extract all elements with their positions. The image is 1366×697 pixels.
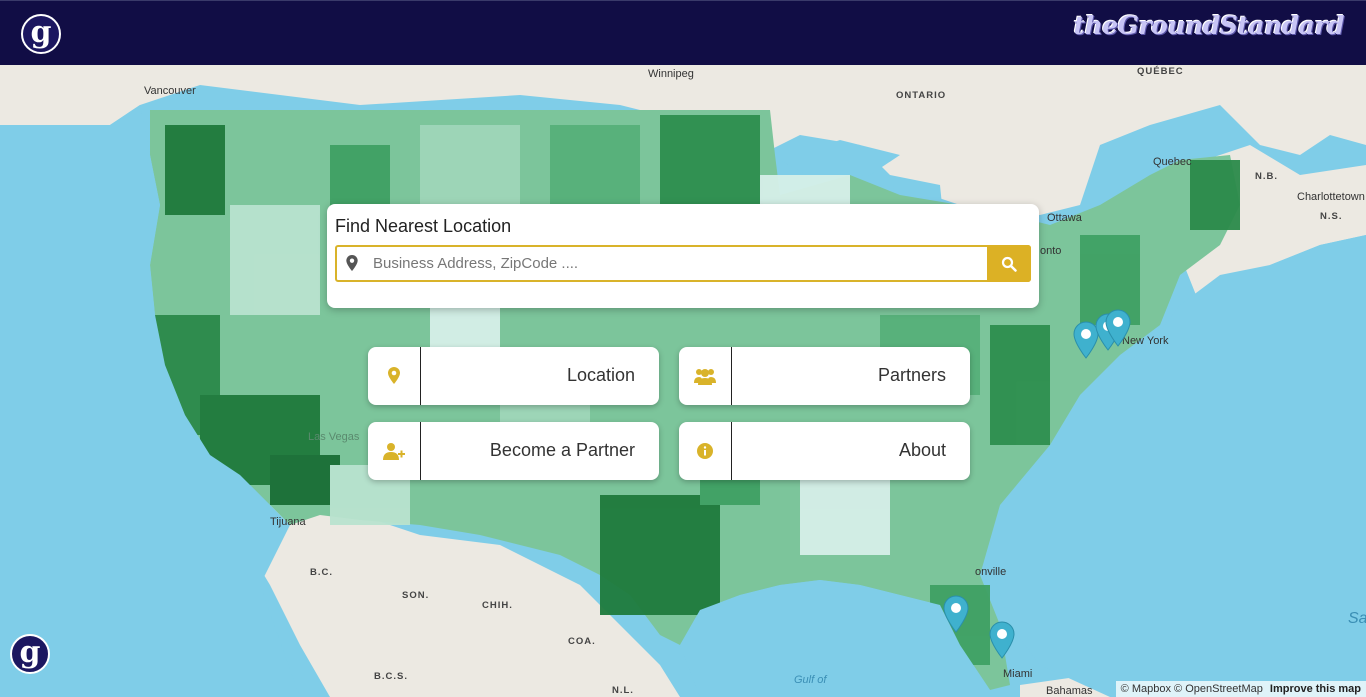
map-label-toronto: onto — [1040, 245, 1062, 257]
search-button[interactable] — [987, 245, 1031, 282]
map-label-charlottetown: Charlottetown — [1297, 191, 1365, 203]
search-box — [335, 245, 1031, 282]
map-label-nb: N.B. — [1255, 171, 1278, 182]
location-button-label: Location — [566, 365, 635, 385]
location-marker-icon[interactable] — [988, 621, 1016, 659]
divider — [420, 422, 421, 480]
logo-icon[interactable]: g — [21, 14, 61, 54]
map-label-chih: CHIH. — [482, 600, 513, 611]
map-label-quebec-city: Quebec — [1153, 156, 1192, 168]
info-icon — [679, 422, 731, 480]
divider — [420, 347, 421, 405]
user-plus-icon — [368, 422, 420, 480]
become-partner-button[interactable]: Become a Partner — [368, 422, 659, 480]
map-label-quebec-province: QUÉBEC — [1137, 66, 1184, 77]
map-attribution: © Mapbox © OpenStreetMap Improve this ma… — [1115, 681, 1366, 697]
partners-button-label: Partners — [877, 365, 946, 385]
improve-map-link[interactable]: Improve this map — [1270, 683, 1361, 695]
brand-logo[interactable]: theGroundStandard — [1074, 11, 1345, 40]
map-label-winnipeg: Winnipeg — [648, 68, 694, 80]
search-input[interactable] — [373, 251, 973, 276]
divider — [731, 422, 732, 480]
about-button[interactable]: About — [679, 422, 970, 480]
map-label-bcs: B.C.S. — [374, 671, 408, 682]
location-marker-icon[interactable] — [1104, 309, 1132, 347]
map-label-ns: N.S. — [1320, 211, 1343, 222]
mapbox-link[interactable]: © Mapbox — [1121, 683, 1171, 695]
osm-link[interactable]: © OpenStreetMap — [1174, 683, 1263, 695]
map-label-bc: B.C. — [310, 567, 333, 578]
map-label-bahamas: Bahamas — [1046, 685, 1093, 697]
map-label-jacksonville: onville — [975, 566, 1007, 578]
map-label-vancouver: Vancouver — [144, 85, 196, 97]
location-button[interactable]: Location — [368, 347, 659, 405]
map-label-las-vegas: Las Vegas — [308, 431, 360, 443]
location-marker-icon[interactable] — [942, 595, 970, 633]
become-partner-button-label: Become a Partner — [489, 440, 635, 460]
map-label-gulf: Gulf of — [794, 674, 827, 686]
map-label-coa: COA. — [568, 636, 596, 647]
search-icon — [1001, 256, 1017, 272]
about-button-label: About — [898, 440, 946, 460]
map-label-miami: Miami — [1003, 668, 1033, 680]
divider — [731, 347, 732, 405]
search-panel: Find Nearest Location — [327, 204, 1039, 308]
map-label-nl: N.L. — [612, 685, 634, 696]
top-navbar: g theGroundStandard — [0, 0, 1366, 65]
users-icon — [679, 347, 731, 405]
map-label-ottawa: Ottawa — [1047, 212, 1082, 224]
location-pin-icon — [368, 347, 420, 405]
search-title: Find Nearest Location — [335, 216, 512, 236]
partners-button[interactable]: Partners — [679, 347, 970, 405]
map-label-son: SON. — [402, 590, 430, 601]
map-label-tijuana: Tijuana — [270, 516, 306, 528]
bottom-logo-icon[interactable]: g — [10, 634, 50, 674]
map-pin-icon — [346, 255, 358, 272]
map-label-sargasso: Sa — [1348, 610, 1366, 627]
map-label-ontario: ONTARIO — [896, 90, 947, 101]
